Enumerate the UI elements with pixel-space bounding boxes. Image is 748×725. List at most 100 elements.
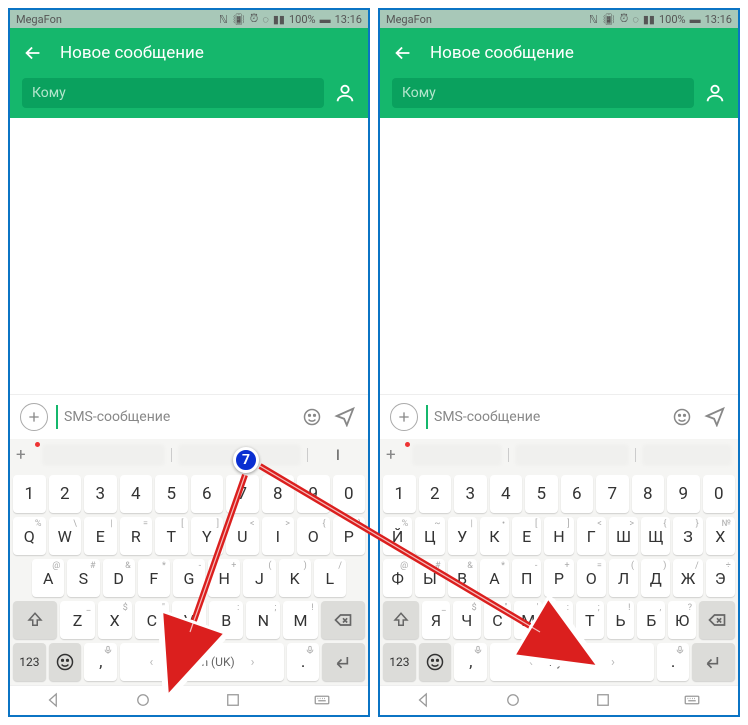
emoji-button[interactable] <box>668 403 696 431</box>
key-Ь[interactable]: Ь! <box>607 601 635 639</box>
key-Й[interactable]: Й% <box>383 517 412 555</box>
key-T[interactable]: T[ <box>155 517 188 555</box>
key-4[interactable]: 4 <box>120 475 153 513</box>
key-M[interactable]: M! <box>283 601 317 639</box>
key-5[interactable]: 5 <box>525 475 558 513</box>
key-Л[interactable]: Л( <box>609 559 638 597</box>
nav-back-button[interactable] <box>45 691 65 711</box>
key-4[interactable]: 4 <box>490 475 523 513</box>
key-3[interactable]: 3 <box>84 475 117 513</box>
key-F[interactable]: F* <box>138 559 170 597</box>
key-Щ[interactable]: Щ{ <box>641 517 670 555</box>
key-Я[interactable]: Я_ <box>422 601 450 639</box>
emoji-key[interactable] <box>49 643 82 681</box>
key-J[interactable]: J( <box>243 559 275 597</box>
key-U[interactable]: U< <box>226 517 259 555</box>
key-N[interactable]: N; <box>246 601 280 639</box>
sms-input[interactable]: SMS-сообщение <box>426 405 660 429</box>
nav-keyboard-button[interactable] <box>313 691 333 711</box>
sms-input[interactable]: SMS-сообщение <box>56 405 290 429</box>
suggestion-pill[interactable] <box>515 444 628 466</box>
key-1[interactable]: 1 <box>383 475 416 513</box>
shift-key[interactable] <box>383 601 419 639</box>
key-З[interactable]: З} <box>673 517 702 555</box>
key-H[interactable]: H+ <box>208 559 240 597</box>
key-5[interactable]: 5 <box>155 475 188 513</box>
spacebar[interactable]: ‹ English (UK) › <box>120 643 284 681</box>
key-G[interactable]: G- <box>173 559 205 597</box>
expand-suggestions-button[interactable]: + <box>386 445 406 465</box>
period-key[interactable]: . <box>287 643 320 681</box>
key-Р[interactable]: Р+ <box>544 559 573 597</box>
attach-button[interactable] <box>20 403 48 431</box>
key-A[interactable]: A@ <box>32 559 64 597</box>
key-Д[interactable]: Д) <box>641 559 670 597</box>
key-1[interactable]: 1 <box>13 475 46 513</box>
key-Ч[interactable]: Ч$ <box>453 601 481 639</box>
key-Z[interactable]: Z_ <box>60 601 94 639</box>
suggestion-pill[interactable] <box>178 444 301 466</box>
symbols-key[interactable]: 123 <box>13 643 46 681</box>
key-O[interactable]: O{ <box>297 517 330 555</box>
suggestion-pill[interactable] <box>642 444 732 466</box>
enter-key[interactable] <box>322 643 365 681</box>
enter-key[interactable] <box>692 643 735 681</box>
key-0[interactable]: 0 <box>703 475 736 513</box>
key-Г[interactable]: Г< <box>577 517 606 555</box>
key-8[interactable]: 8 <box>632 475 665 513</box>
suggestion-pill[interactable] <box>42 444 165 466</box>
key-E[interactable]: E| <box>84 517 117 555</box>
key-R[interactable]: R= <box>120 517 153 555</box>
recipient-input[interactable]: Кому <box>392 78 694 108</box>
suggestion-pill[interactable] <box>412 444 502 466</box>
key-А[interactable]: А* <box>480 559 509 597</box>
key-K[interactable]: K) <box>279 559 311 597</box>
symbols-key[interactable]: 123 <box>383 643 416 681</box>
nav-recent-button[interactable] <box>224 691 244 711</box>
send-button[interactable] <box>334 405 358 429</box>
key-6[interactable]: 6 <box>561 475 594 513</box>
contact-picker-button[interactable] <box>704 82 726 104</box>
nav-home-button[interactable] <box>134 691 154 711</box>
key-Е[interactable]: Е[ <box>512 517 541 555</box>
spacebar[interactable]: ‹ Русский › <box>490 643 654 681</box>
key-C[interactable]: C" <box>135 601 169 639</box>
key-О[interactable]: О= <box>577 559 606 597</box>
key-9[interactable]: 9 <box>667 475 700 513</box>
key-Э[interactable]: Э÷ <box>706 559 735 597</box>
key-V[interactable]: V' <box>172 601 206 639</box>
key-P[interactable]: P} <box>333 517 366 555</box>
back-button[interactable] <box>392 42 414 64</box>
key-6[interactable]: 6 <box>191 475 224 513</box>
nav-keyboard-button[interactable] <box>683 691 703 711</box>
key-2[interactable]: 2 <box>49 475 82 513</box>
key-3[interactable]: 3 <box>454 475 487 513</box>
key-D[interactable]: D& <box>103 559 135 597</box>
key-М[interactable]: М' <box>514 601 542 639</box>
key-2[interactable]: 2 <box>419 475 452 513</box>
key-И[interactable]: И: <box>545 601 573 639</box>
key-Х[interactable]: Х№ <box>706 517 735 555</box>
key-I[interactable]: I> <box>262 517 295 555</box>
key-Б[interactable]: Б, <box>637 601 665 639</box>
nav-back-button[interactable] <box>415 691 435 711</box>
key-П[interactable]: П- <box>512 559 541 597</box>
emoji-key[interactable] <box>419 643 452 681</box>
key-Y[interactable]: Y] <box>191 517 224 555</box>
key-Ы[interactable]: Ы# <box>415 559 444 597</box>
key-Ш[interactable]: Ш> <box>609 517 638 555</box>
shift-key[interactable] <box>13 601 57 639</box>
back-button[interactable] <box>22 42 44 64</box>
key-К[interactable]: К• <box>480 517 509 555</box>
key-7[interactable]: 7 <box>596 475 629 513</box>
key-Ц[interactable]: Ц~ <box>415 517 444 555</box>
suggestion-text[interactable]: I <box>314 446 362 464</box>
key-X[interactable]: X$ <box>98 601 132 639</box>
key-Ф[interactable]: Ф@ <box>383 559 412 597</box>
key-7[interactable]: 7 <box>226 475 259 513</box>
key-С[interactable]: С" <box>484 601 512 639</box>
key-Ю[interactable]: Ю? <box>668 601 696 639</box>
backspace-key[interactable] <box>321 601 365 639</box>
key-9[interactable]: 9 <box>297 475 330 513</box>
key-B[interactable]: B: <box>209 601 243 639</box>
